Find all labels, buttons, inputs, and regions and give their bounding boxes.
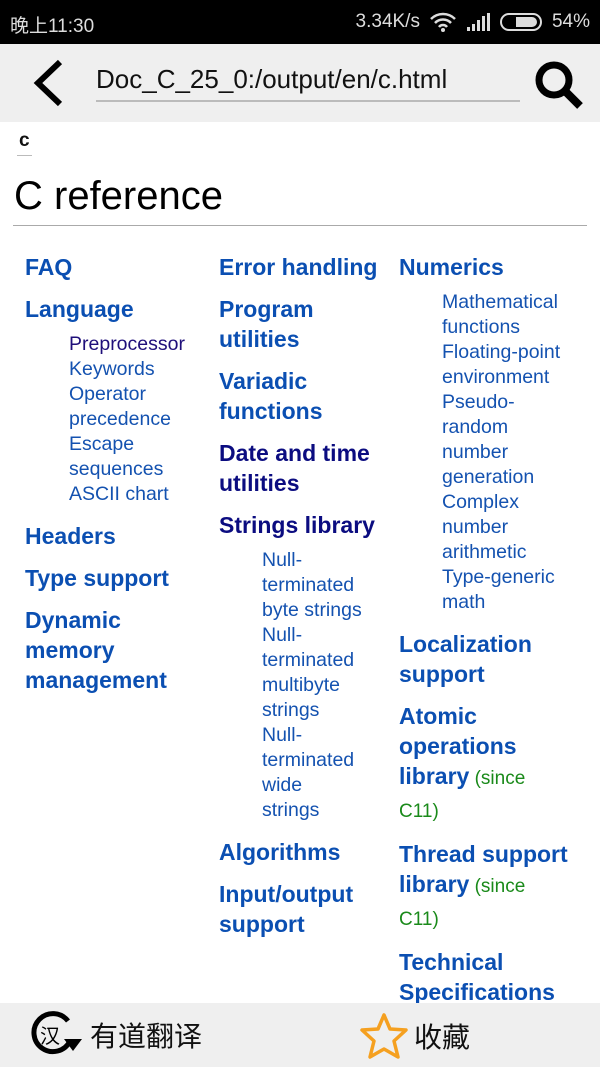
link-algorithms[interactable]: Algorithms: [219, 837, 377, 867]
link-math-functions[interactable]: Mathematical functions: [442, 290, 568, 340]
link-byte-strings[interactable]: Null- terminated byte strings: [262, 548, 377, 623]
column-2: Error handling Program utilities Variadi…: [219, 252, 377, 951]
translate-button[interactable]: 汉 有道翻译: [30, 1011, 202, 1059]
star-icon: [360, 1013, 408, 1059]
bottom-bar: 汉 有道翻译 收藏: [0, 1003, 600, 1067]
column-3: Numerics Mathematical functions Floating…: [399, 252, 568, 1019]
link-operator-precedence[interactable]: Operator precedence: [69, 382, 185, 432]
link-localization[interactable]: Localization support: [399, 629, 568, 689]
status-bar: 晚上11:30 3.34K/s 54%: [0, 0, 600, 44]
link-type-support[interactable]: Type support: [25, 563, 185, 593]
battery-icon: [499, 13, 542, 31]
link-ascii-chart[interactable]: ASCII chart: [69, 482, 185, 507]
back-button[interactable]: [28, 56, 78, 110]
translate-icon: 汉: [31, 1011, 82, 1055]
link-date-time[interactable]: Date and time utilities: [219, 438, 377, 498]
divider: [13, 225, 587, 226]
link-multibyte-strings[interactable]: Null- terminated multibyte strings: [262, 623, 377, 723]
link-variadic-functions[interactable]: Variadic functions: [219, 366, 377, 426]
link-program-utilities[interactable]: Program utilities: [219, 294, 377, 354]
battery-percent: 54%: [551, 11, 590, 32]
url-input[interactable]: Doc_C_25_0:/output/en/c.html: [96, 58, 520, 102]
search-icon[interactable]: [532, 58, 586, 112]
atomic-item: Atomic operations library (since C11): [399, 701, 568, 827]
link-language[interactable]: Language: [25, 294, 185, 324]
link-preprocessor[interactable]: Preprocessor: [69, 332, 185, 357]
page-title: C reference: [14, 174, 223, 218]
link-numerics[interactable]: Numerics: [399, 252, 568, 282]
link-headers[interactable]: Headers: [25, 521, 185, 551]
signal-icon: [466, 13, 490, 31]
link-input-output[interactable]: Input/output support: [219, 879, 377, 939]
toolbar: Doc_C_25_0:/output/en/c.html: [0, 44, 600, 122]
link-floating-point[interactable]: Floating-point environment: [442, 340, 568, 390]
svg-text:汉: 汉: [40, 1025, 60, 1048]
favorite-button[interactable]: 收藏: [358, 1011, 470, 1061]
link-complex[interactable]: Complex number arithmetic: [442, 490, 568, 565]
link-technical-specs[interactable]: Technical Specifications: [399, 947, 568, 1007]
column-1: FAQ Language Preprocessor Keywords Opera…: [25, 252, 185, 707]
thread-item: Thread support library (since C11): [399, 839, 568, 935]
link-type-generic[interactable]: Type-generic math: [442, 565, 568, 615]
link-strings-library[interactable]: Strings library: [219, 510, 377, 540]
link-faq[interactable]: FAQ: [25, 252, 185, 282]
breadcrumb[interactable]: c: [17, 130, 32, 156]
network-speed: 3.34K/s: [355, 11, 420, 32]
link-dynamic-memory[interactable]: Dynamic memory management: [25, 605, 185, 695]
link-error-handling[interactable]: Error handling: [219, 252, 377, 282]
link-escape-sequences[interactable]: Escape sequences: [69, 432, 185, 482]
wifi-icon: [430, 12, 456, 32]
link-pseudo-random[interactable]: Pseudo- random number generation: [442, 390, 568, 490]
clock: 晚上11:30: [10, 16, 95, 37]
link-wide-strings[interactable]: Null- terminated wide strings: [262, 723, 377, 823]
link-keywords[interactable]: Keywords: [69, 357, 185, 382]
